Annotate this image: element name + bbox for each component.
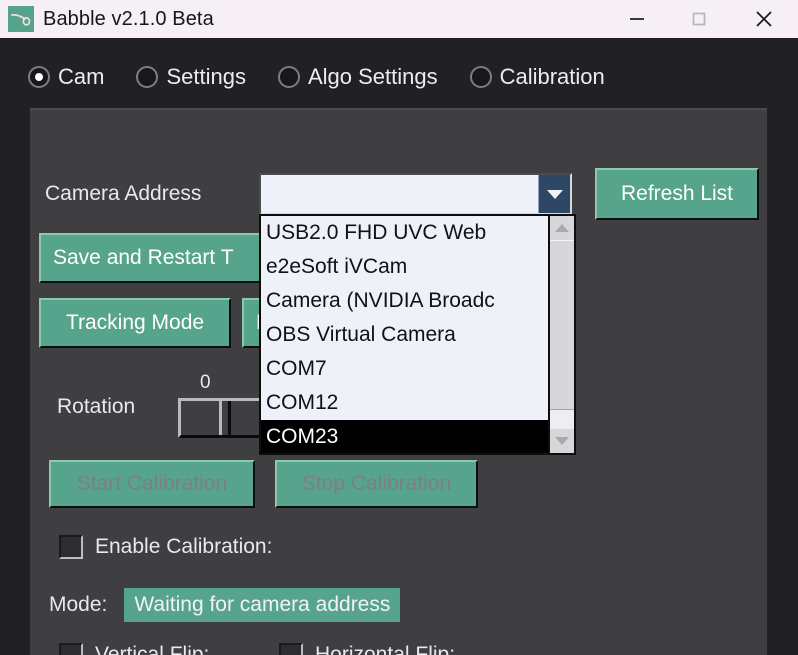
dropdown-option-selected[interactable]: COM23 [261, 420, 548, 453]
mode-tab-group: Cam Settings Algo Settings Calibration [30, 64, 639, 90]
mode-tab-label: Algo Settings [307, 64, 438, 89]
dropdown-option[interactable]: COM12 [261, 386, 548, 420]
window-title: Babble v2.1.0 Beta [43, 7, 214, 30]
window-titlebar: Babble v2.1.0 Beta [0, 0, 798, 38]
dropdown-scroll-track[interactable] [550, 240, 574, 429]
enable-calibration-label: Enable Calibration: [95, 535, 273, 558]
camera-address-dropdown-list[interactable]: USB2.0 FHD UVC Web e2eSoft iVCam Camera … [259, 214, 576, 455]
checkbox-unchecked-icon[interactable] [279, 643, 303, 655]
babble-tongue-icon [8, 6, 34, 32]
mode-tab-algo-settings[interactable]: Algo Settings [279, 64, 438, 90]
rotation-slider-thumb[interactable] [219, 401, 231, 435]
dropdown-scrollbar[interactable] [548, 216, 574, 453]
rotation-label: Rotation [57, 395, 136, 418]
mode-tab-label: Cam [58, 64, 105, 89]
radio-unselected-icon [471, 68, 490, 86]
horizontal-flip-checkbox-row[interactable]: Horizontal Flip: [279, 643, 455, 655]
cam-settings-panel: Camera Address Refresh List Save and Res… [30, 108, 767, 655]
mode-tab-cam[interactable]: Cam [30, 64, 104, 90]
camera-address-label: Camera Address [45, 182, 202, 205]
chevron-down-icon[interactable] [538, 175, 570, 213]
mode-tab-label: Settings [166, 64, 246, 89]
maximize-button[interactable] [668, 0, 730, 38]
checkbox-unchecked-icon[interactable] [59, 643, 83, 655]
radio-selected-icon [30, 68, 48, 86]
minimize-button[interactable] [606, 0, 668, 38]
dropdown-option[interactable]: Camera (NVIDIA Broadc [261, 284, 548, 318]
dropdown-options[interactable]: USB2.0 FHD UVC Web e2eSoft iVCam Camera … [261, 216, 548, 453]
enable-calibration-checkbox-row[interactable]: Enable Calibration: [59, 535, 272, 559]
mode-status-row: Mode: Waiting for camera address [49, 588, 401, 622]
window-body: Cam Settings Algo Settings Calibration C… [0, 38, 798, 655]
close-button[interactable] [730, 0, 798, 38]
dropdown-scroll-thumb[interactable] [550, 240, 574, 410]
start-calibration-button[interactable]: Start Calibration [49, 460, 255, 508]
mode-tab-calibration[interactable]: Calibration [471, 64, 605, 90]
dropdown-option[interactable]: OBS Virtual Camera [261, 318, 548, 352]
mode-label: Mode: [49, 593, 108, 616]
radio-unselected-icon [138, 68, 157, 86]
vertical-flip-checkbox-row[interactable]: Vertical Flip: [59, 643, 209, 655]
camera-address-combobox[interactable] [259, 173, 572, 215]
stop-calibration-button[interactable]: Stop Calibration [275, 460, 478, 508]
rotation-value: 0 [200, 372, 211, 393]
tracking-mode-button[interactable]: Tracking Mode [39, 298, 231, 348]
triangle-down-icon[interactable] [550, 429, 574, 453]
camera-address-input[interactable] [261, 175, 538, 213]
application-window: Babble v2.1.0 Beta Cam Settings Algo Set… [0, 0, 798, 655]
vertical-flip-label: Vertical Flip: [95, 643, 210, 655]
mode-tab-label: Calibration [499, 64, 605, 89]
horizontal-flip-label: Horizontal Flip: [315, 643, 456, 655]
mode-tab-settings[interactable]: Settings [138, 64, 246, 90]
radio-unselected-icon [279, 68, 298, 86]
status-badge: Waiting for camera address [124, 588, 401, 622]
checkbox-unchecked-icon[interactable] [59, 535, 83, 559]
dropdown-option[interactable]: USB2.0 FHD UVC Web [261, 216, 548, 250]
dropdown-option[interactable]: e2eSoft iVCam [261, 250, 548, 284]
window-controls [606, 0, 798, 38]
triangle-up-icon[interactable] [550, 216, 574, 240]
dropdown-option[interactable]: COM7 [261, 352, 548, 386]
refresh-list-button[interactable]: Refresh List [595, 168, 759, 220]
